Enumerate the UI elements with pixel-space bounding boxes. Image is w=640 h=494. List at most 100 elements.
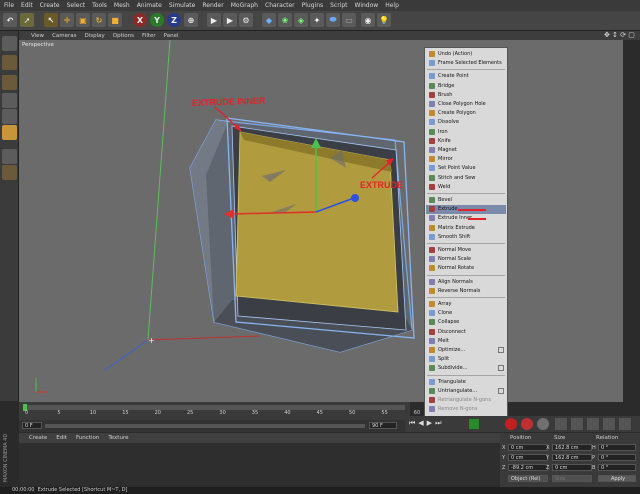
options-box-icon[interactable] <box>498 347 504 353</box>
context-item-iron[interactable]: Iron <box>426 128 506 137</box>
menu-simulate[interactable]: Simulate <box>169 2 196 9</box>
end-frame-field[interactable]: 90 F <box>369 422 397 429</box>
menu-render[interactable]: Render <box>202 2 223 9</box>
apply-button[interactable]: Apply <box>598 475 636 482</box>
material-menu-function[interactable]: Function <box>76 435 99 441</box>
param-key-icon[interactable] <box>603 418 615 430</box>
context-item-smooth-shift[interactable]: Smooth Shift <box>426 233 506 242</box>
edge-mode-icon[interactable] <box>2 109 17 124</box>
menu-select[interactable]: Select <box>67 2 86 9</box>
cube-primitive-icon[interactable]: ◆ <box>262 13 276 27</box>
options-box-icon[interactable] <box>498 365 504 372</box>
context-item-set-point-value[interactable]: Set Point Value <box>426 164 506 173</box>
range-slider[interactable] <box>45 424 365 428</box>
context-item-mirror[interactable]: Mirror <box>426 155 506 164</box>
context-item-dissolve[interactable]: Dissolve <box>426 118 506 127</box>
size-field[interactable]: 162.8 cm <box>552 454 592 461</box>
material-menu-edit[interactable]: Edit <box>56 435 67 441</box>
x-axis-lock-button[interactable]: X <box>133 13 147 27</box>
relation-field[interactable]: 0 ° <box>598 454 636 461</box>
menu-create[interactable]: Create <box>40 2 60 9</box>
start-frame-field[interactable]: 0 F <box>22 422 42 429</box>
context-item-knife[interactable]: Knife <box>426 137 506 146</box>
viewport-menu-display[interactable]: Display <box>85 33 105 39</box>
viewport-menu-view[interactable]: View <box>31 33 44 39</box>
size-field[interactable]: 162.8 cm <box>552 444 592 451</box>
context-item-collapse[interactable]: Collapse <box>426 318 506 327</box>
context-item-retriangulate-n-gons[interactable]: Retriangulate N-gons <box>426 396 506 405</box>
record-icon[interactable] <box>505 418 517 430</box>
menu-character[interactable]: Character <box>265 2 295 9</box>
context-item-melt[interactable]: Melt <box>426 337 506 346</box>
context-item-stitch-and-sew[interactable]: Stitch and Sew <box>426 174 506 183</box>
context-item-triangulate[interactable]: Triangulate <box>426 378 506 387</box>
menu-help[interactable]: Help <box>385 2 399 9</box>
position-field[interactable]: 0 cm <box>508 454 548 461</box>
relation-field[interactable]: 0 ° <box>598 444 636 451</box>
context-item-extrude-inner[interactable]: Extrude Inner <box>426 214 506 223</box>
pla-key-icon[interactable] <box>619 418 631 430</box>
menu-mograph[interactable]: MoGraph <box>231 2 258 9</box>
context-item-brush[interactable]: Brush <box>426 91 506 100</box>
model-mode-icon[interactable] <box>2 75 17 90</box>
live-selection-icon[interactable]: ↖ <box>44 13 58 27</box>
context-item-normal-rotate[interactable]: Normal Rotate <box>426 264 506 273</box>
menu-plugins[interactable]: Plugins <box>302 2 324 9</box>
world-coord-icon[interactable]: ⊕ <box>184 13 198 27</box>
context-item-weld[interactable]: Weld <box>426 183 506 192</box>
context-item-align-normals[interactable]: Align Normals <box>426 278 506 287</box>
keyframe-icon[interactable] <box>537 418 549 430</box>
context-item-normal-scale[interactable]: Normal Scale <box>426 255 506 264</box>
snap-icon[interactable] <box>2 165 17 180</box>
menu-window[interactable]: Window <box>355 2 379 9</box>
perspective-viewport[interactable]: EXTRUDE INNER EXTRUDE + <box>19 40 623 402</box>
context-item-clone[interactable]: Clone <box>426 309 506 318</box>
move-key-icon[interactable] <box>555 418 567 430</box>
make-editable-icon[interactable] <box>2 36 17 51</box>
context-item-split[interactable]: Split <box>426 355 506 364</box>
context-item-normal-move[interactable]: Normal Move <box>426 246 506 255</box>
point-mode-icon[interactable] <box>2 93 17 108</box>
timeline-ruler[interactable]: 0 5 10 15 20 25 30 35 40 45 50 55 60 <box>19 402 420 420</box>
context-item-create-polygon[interactable]: Create Polygon <box>426 109 506 118</box>
viewport-nav-icons[interactable]: ✥ ↕ ⟳ ▢ <box>604 31 635 39</box>
relation-field[interactable]: 0 ° <box>598 464 636 471</box>
polygon-mode-icon[interactable] <box>2 125 17 140</box>
context-item-bridge[interactable]: Bridge <box>426 82 506 91</box>
camera-icon[interactable]: ◉ <box>361 13 375 27</box>
context-item-remove-n-gons[interactable]: Remove N-gons <box>426 405 506 414</box>
context-item-magnet[interactable]: Magnet <box>426 146 506 155</box>
viewport-menu-panel[interactable]: Panel <box>164 33 179 39</box>
rotate-icon[interactable]: ↻ <box>92 13 106 27</box>
context-item-optimize[interactable]: Optimize... <box>426 346 506 355</box>
scale-icon[interactable]: ▣ <box>76 13 90 27</box>
context-item-undo-action[interactable]: Undo (Action) <box>426 50 506 59</box>
play-icon[interactable] <box>469 419 479 429</box>
render-picture-icon[interactable]: ▶ <box>223 13 237 27</box>
y-axis-lock-button[interactable]: Y <box>150 13 164 27</box>
viewport-menu-options[interactable]: Options <box>113 33 134 39</box>
floor-icon[interactable]: ▭ <box>342 13 356 27</box>
scale-key-icon[interactable] <box>587 418 599 430</box>
menu-script[interactable]: Script <box>330 2 347 9</box>
context-item-close-polygon-hole[interactable]: Close Polygon Hole <box>426 100 506 109</box>
axis-mode-icon[interactable] <box>2 149 17 164</box>
rotate-key-icon[interactable] <box>571 418 583 430</box>
render-settings-icon[interactable]: ⚙ <box>239 13 253 27</box>
array-icon[interactable]: ✦ <box>310 13 324 27</box>
context-item-untriangulate[interactable]: Untriangulate... <box>426 387 506 396</box>
undo-icon[interactable]: ↶ <box>3 13 17 27</box>
material-menu-create[interactable]: Create <box>29 435 47 441</box>
context-item-bevel[interactable]: Bevel <box>426 196 506 205</box>
nurbs-icon[interactable]: ❀ <box>278 13 292 27</box>
autokey-icon[interactable] <box>521 418 533 430</box>
viewport-menu-filter[interactable]: Filter <box>142 33 156 39</box>
context-item-disconnect[interactable]: Disconnect <box>426 328 506 337</box>
size-field[interactable]: 0 cm <box>552 464 592 471</box>
context-item-extrude[interactable]: Extrude <box>426 205 506 214</box>
viewport-menu-cameras[interactable]: Cameras <box>52 33 76 39</box>
position-field[interactable]: 0 cm <box>508 444 548 451</box>
coord-mode-select[interactable]: Object (Rel) <box>508 475 548 482</box>
playback-buttons[interactable]: ⏮◀▶⏭ <box>409 419 444 428</box>
move-icon[interactable]: ✛ <box>60 13 74 27</box>
